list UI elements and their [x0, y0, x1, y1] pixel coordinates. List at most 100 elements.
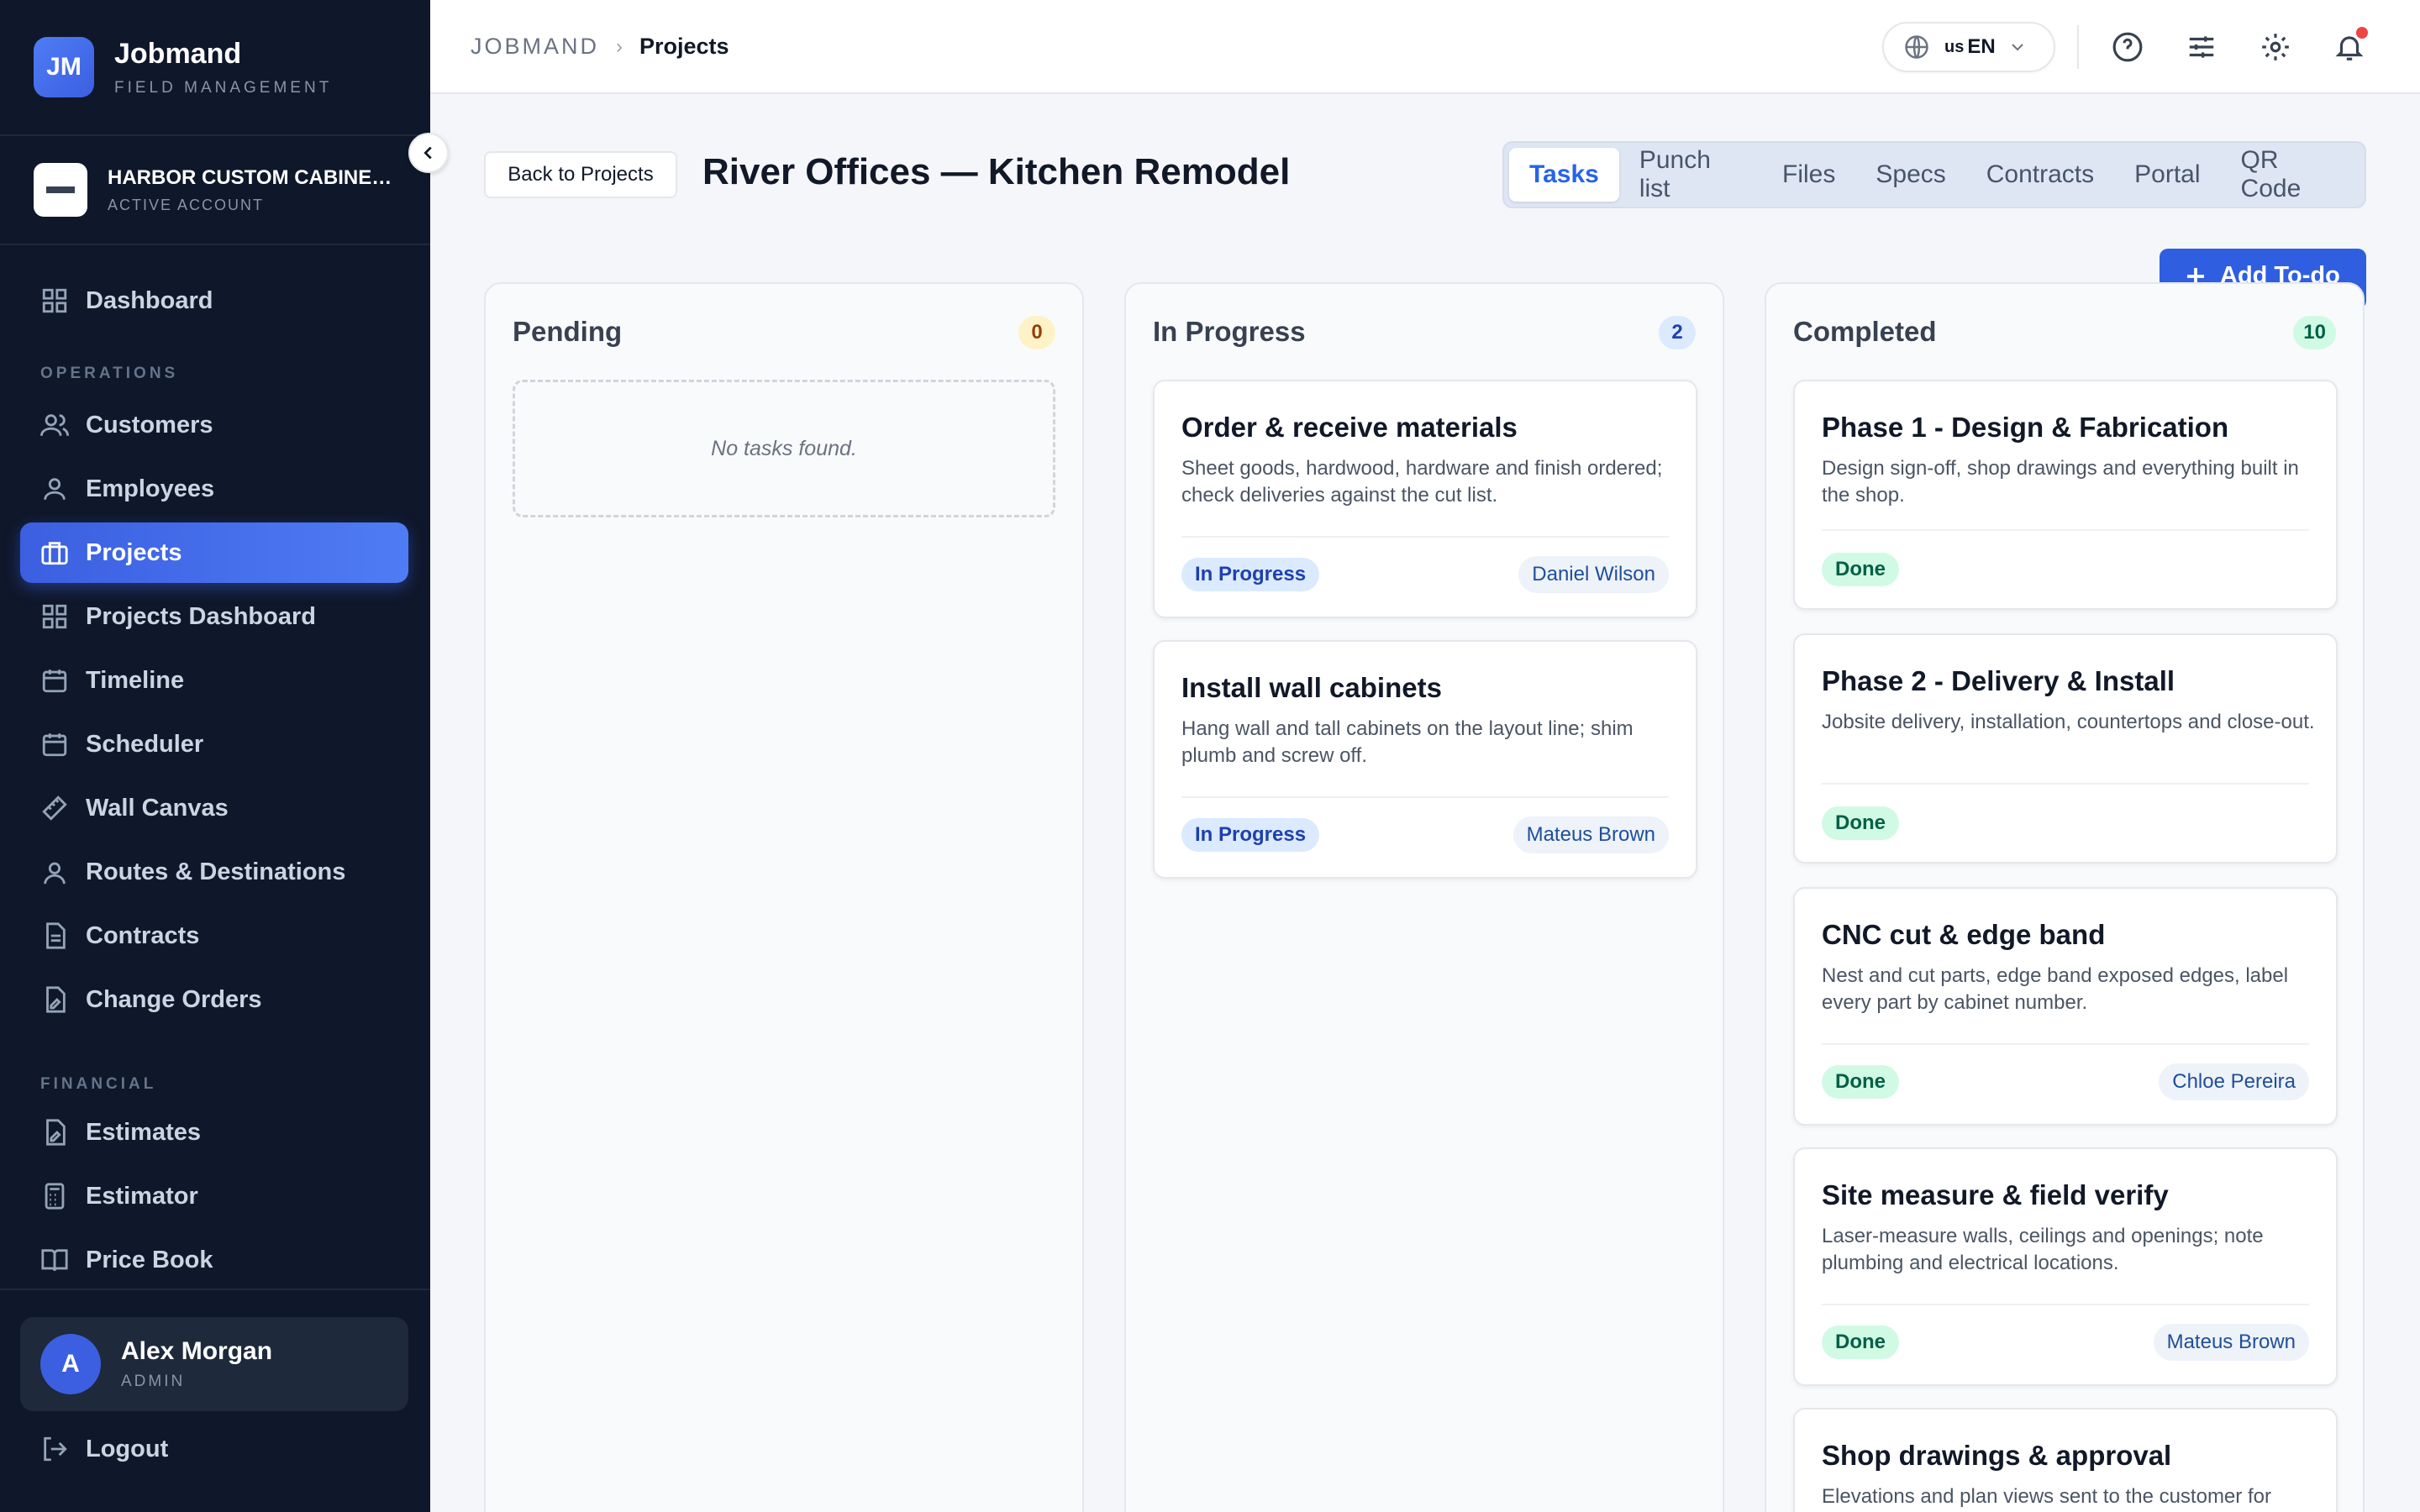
- tab-specs[interactable]: Specs: [1855, 148, 1965, 202]
- sidebar-item-timeline[interactable]: Timeline: [20, 650, 408, 711]
- account-switcher[interactable]: HARBOR CUSTOM CABINETRY ACTIVE ACCOUNT: [34, 163, 393, 217]
- sidebar: JM Jobmand FIELD MANAGEMENT HARBOR CUSTO…: [0, 0, 430, 1512]
- language-selector[interactable]: us EN: [1882, 22, 2055, 72]
- divider: [1822, 1043, 2309, 1045]
- chevron-right-icon: ›: [616, 34, 623, 58]
- globe-icon: [1905, 35, 1928, 59]
- divider: [1822, 783, 2309, 785]
- column-title: In Progress: [1153, 316, 1306, 347]
- logout-icon: [44, 1436, 67, 1462]
- tab-punch-list[interactable]: Punch list: [1619, 146, 1762, 202]
- assignee-chip[interactable]: Mateus Brown: [1512, 816, 1669, 853]
- sidebar-item-label: Estimator: [86, 1182, 198, 1210]
- task-card[interactable]: Order & receive materials Sheet goods, h…: [1153, 380, 1697, 618]
- assignee-chip[interactable]: Chloe Pereira: [2159, 1063, 2309, 1100]
- task-title: Install wall cabinets: [1181, 672, 1442, 703]
- map-pin-user-icon: [44, 862, 66, 885]
- language-flag: us: [1944, 37, 1965, 56]
- sidebar-item-label: Change Orders: [86, 985, 262, 1013]
- sidebar-item-label: Wall Canvas: [86, 794, 229, 822]
- status-badge: Done: [1822, 1065, 1899, 1099]
- back-to-projects-button[interactable]: Back to Projects: [484, 151, 677, 198]
- sidebar-item-projects-dashboard[interactable]: Projects Dashboard: [20, 586, 408, 647]
- task-title: Phase 2 - Delivery & Install: [1822, 665, 2175, 696]
- task-card[interactable]: Phase 1 - Design & Fabrication Design si…: [1793, 380, 2338, 610]
- logout-button[interactable]: Logout: [40, 1435, 168, 1463]
- task-title: Order & receive materials: [1181, 412, 1518, 443]
- user-icon: [44, 478, 66, 500]
- divider: [0, 1289, 430, 1290]
- brand[interactable]: JM Jobmand FIELD MANAGEMENT: [34, 37, 332, 97]
- sidebar-item-estimates[interactable]: Estimates: [20, 1102, 408, 1163]
- language-code: EN: [1967, 35, 1996, 58]
- sidebar-item-change-orders[interactable]: Change Orders: [20, 969, 408, 1030]
- divider: [1181, 796, 1669, 798]
- status-badge: Done: [1822, 1326, 1899, 1359]
- sidebar-item-wall-canvas[interactable]: Wall Canvas: [20, 778, 408, 838]
- assignee-chip[interactable]: Daniel Wilson: [1518, 556, 1669, 593]
- calendar-icon: [42, 669, 67, 693]
- sidebar-item-label: Timeline: [86, 666, 185, 694]
- tab-files[interactable]: Files: [1762, 148, 1855, 202]
- task-title: Phase 1 - Design & Fabrication: [1822, 412, 2229, 443]
- task-card[interactable]: Install wall cabinets Hang wall and tall…: [1153, 640, 1697, 879]
- divider: [0, 244, 430, 245]
- sidebar-item-price-book[interactable]: Price Book: [20, 1230, 408, 1290]
- tab-contracts[interactable]: Contracts: [1966, 148, 2114, 202]
- sidebar-item-dashboard[interactable]: Dashboard: [20, 270, 408, 331]
- sidebar-item-label: Dashboard: [86, 286, 213, 314]
- empty-state: No tasks found.: [513, 380, 1055, 517]
- task-description: Hang wall and tall cabinets on the layou…: [1181, 717, 1634, 767]
- tab-tasks[interactable]: Tasks: [1509, 148, 1619, 202]
- calculator-icon: [45, 1183, 65, 1210]
- task-title: Shop drawings & approval: [1822, 1440, 2172, 1471]
- filters-button[interactable]: [2181, 27, 2222, 67]
- sidebar-item-projects[interactable]: Projects: [20, 522, 408, 583]
- sidebar-item-label: Customers: [86, 411, 213, 438]
- task-description: Design sign-off, shop drawings and every…: [1822, 457, 2299, 507]
- project-tabs: Tasks Punch list Files Specs Contracts P…: [1502, 141, 2366, 208]
- grid-icon: [42, 288, 67, 313]
- tab-portal[interactable]: Portal: [2114, 148, 2220, 202]
- column-title: Completed: [1793, 316, 1937, 347]
- task-card[interactable]: CNC cut & edge band Nest and cut parts, …: [1793, 887, 2338, 1126]
- sidebar-item-estimator[interactable]: Estimator: [20, 1166, 408, 1226]
- sliders-icon: [2189, 36, 2214, 58]
- divider: [1181, 536, 1669, 538]
- user-profile[interactable]: A Alex Morgan ADMIN: [20, 1317, 408, 1411]
- settings-button[interactable]: [2255, 27, 2296, 67]
- help-button[interactable]: [2107, 27, 2148, 67]
- sidebar-item-customers[interactable]: Customers: [20, 395, 408, 455]
- document-edit-icon: [46, 986, 66, 1013]
- nav-section-operations: OPERATIONS: [40, 365, 179, 382]
- sidebar-item-scheduler[interactable]: Scheduler: [20, 714, 408, 774]
- chevron-down-icon: [2011, 44, 2023, 51]
- task-card[interactable]: Shop drawings & approval Elevations and …: [1793, 1408, 2338, 1512]
- task-card[interactable]: Phase 2 - Delivery & Install Jobsite del…: [1793, 633, 2338, 864]
- page-title: River Offices — Kitchen Remodel: [702, 151, 1291, 192]
- account-logo: [34, 163, 87, 217]
- assignee-chip[interactable]: Mateus Brown: [2153, 1324, 2309, 1361]
- sidebar-item-label: Projects: [86, 538, 182, 566]
- divider: [1822, 1304, 2309, 1305]
- task-title: Site measure & field verify: [1822, 1179, 2169, 1210]
- sidebar-item-label: Contracts: [86, 921, 200, 949]
- task-description: Elevations and plan views sent to the cu…: [1822, 1485, 2271, 1508]
- grid-icon: [42, 604, 67, 629]
- collapse-sidebar-button[interactable]: [408, 133, 449, 173]
- gear-icon: [2262, 34, 2289, 60]
- tab-qr-code[interactable]: QR Code: [2221, 146, 2360, 202]
- sidebar-item-routes[interactable]: Routes & Destinations: [20, 842, 408, 902]
- ruler-icon: [42, 795, 67, 821]
- users-icon: [40, 414, 69, 436]
- breadcrumb-root[interactable]: JOBMAND: [471, 34, 599, 60]
- task-card[interactable]: Site measure & field verify Laser-measur…: [1793, 1147, 2338, 1386]
- sidebar-item-employees[interactable]: Employees: [20, 459, 408, 519]
- column-completed: Completed 10 Phase 1 - Design & Fabricat…: [1765, 282, 2365, 1512]
- calendar-icon: [42, 733, 67, 757]
- sidebar-item-contracts[interactable]: Contracts: [20, 906, 408, 966]
- notifications-button[interactable]: [2329, 27, 2370, 67]
- chevron-left-icon: [424, 146, 432, 160]
- user-role: ADMIN: [121, 1373, 186, 1390]
- brand-subtitle: FIELD MANAGEMENT: [114, 78, 333, 97]
